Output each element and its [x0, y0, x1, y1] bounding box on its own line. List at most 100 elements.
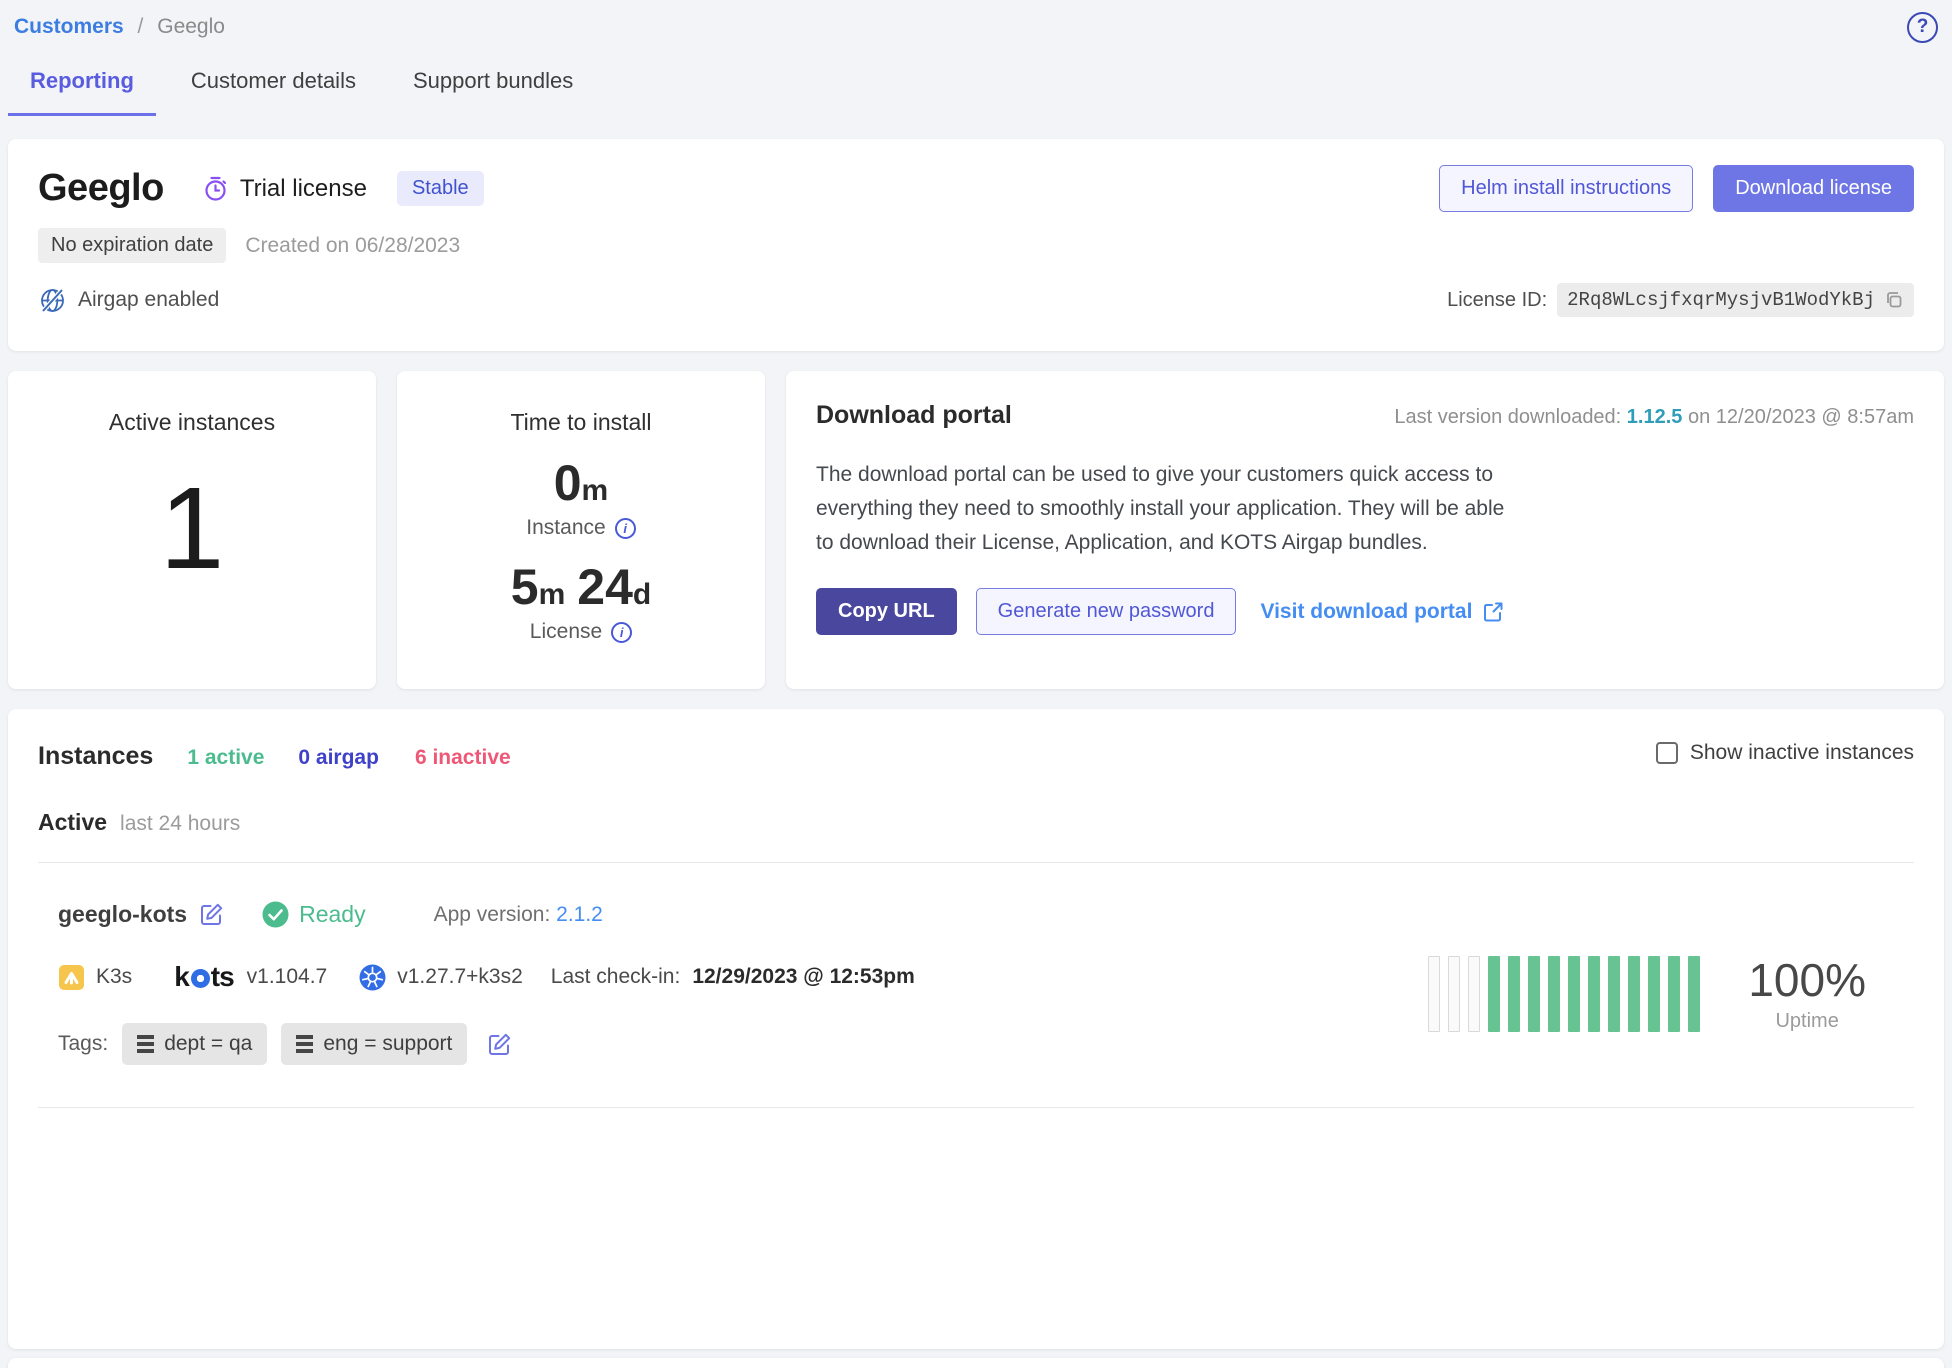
breadcrumb-customers-link[interactable]: Customers [14, 15, 124, 38]
copy-icon[interactable] [1884, 290, 1904, 310]
kubernetes-version-group: v1.27.7+k3s2 [359, 964, 523, 991]
kubernetes-icon [359, 964, 386, 991]
active-instances-value: 1 [160, 470, 225, 586]
app-version-label: App version: [434, 903, 557, 926]
breadcrumb: Customers / Geeglo [14, 15, 225, 39]
breadcrumb-current: Geeglo [157, 15, 225, 38]
tag-bars-icon [296, 1035, 313, 1053]
last-checkin-label: Last check-in: [551, 965, 681, 989]
customer-name: Geeglo [38, 167, 164, 210]
helm-install-instructions-button[interactable]: Helm install instructions [1439, 165, 1693, 212]
active-count[interactable]: 1 active [187, 746, 264, 770]
airgap-globe-icon [38, 286, 67, 315]
external-link-icon [1482, 601, 1504, 623]
kots-logo-o-icon [191, 969, 210, 988]
download-portal-title: Download portal [816, 401, 1012, 430]
inactive-count[interactable]: 6 inactive [415, 746, 511, 770]
last-checkin-value: 12/29/2023 @ 12:53pm [692, 965, 914, 989]
airgap-label: Airgap enabled [78, 288, 219, 312]
next-card-stub [8, 1358, 1944, 1368]
last-version-downloaded: Last version downloaded: 1.12.5 on 12/20… [1394, 406, 1914, 429]
airgap-count[interactable]: 0 airgap [298, 746, 379, 770]
tab-customer-details[interactable]: Customer details [169, 68, 378, 116]
tag-badge[interactable]: dept = qa [122, 1023, 267, 1065]
tti-license-unit-2: d [633, 578, 651, 611]
tab-bar: Reporting Customer details Support bundl… [8, 42, 1944, 116]
uptime-bar [1428, 956, 1440, 1032]
tti-license-value-1: 5 [511, 559, 539, 615]
time-to-install-title: Time to install [510, 409, 651, 436]
download-portal-description: The download portal can be used to give … [816, 458, 1526, 560]
active-instances-title: Active instances [109, 409, 275, 436]
last-version-prefix: Last version downloaded: [1394, 406, 1626, 428]
tab-support-bundles[interactable]: Support bundles [391, 68, 595, 116]
active-instances-card: Active instances 1 [8, 371, 376, 689]
tti-license-unit-1: m [539, 578, 566, 611]
uptime-bar [1548, 956, 1560, 1032]
show-inactive-toggle: Show inactive instances [1656, 741, 1914, 765]
tti-instance-group: 0m Instance i [526, 458, 635, 540]
uptime-bar [1608, 956, 1620, 1032]
instance-status: Ready [262, 901, 365, 928]
license-type-label: Trial license [240, 175, 367, 203]
license-id-value: 2Rq8WLcsjfxqrMysjvB1WodYkBj [1557, 283, 1914, 317]
tti-instance-value: 0 [554, 455, 582, 511]
uptime-block: 100% Uptime [1428, 923, 1866, 1065]
edit-instance-name-icon[interactable] [199, 902, 224, 927]
divider [38, 1107, 1914, 1108]
uptime-bar [1628, 956, 1640, 1032]
uptime-bar [1668, 956, 1680, 1032]
distribution-label: K3s [96, 965, 132, 989]
kots-version: v1.104.7 [247, 965, 328, 989]
active-section-sublabel: last 24 hours [120, 812, 240, 836]
kots-logo: kts [174, 961, 233, 993]
tti-license-group: 5m 24d License i [511, 562, 651, 644]
uptime-bar [1468, 956, 1480, 1032]
stopwatch-icon [202, 175, 229, 202]
tab-reporting[interactable]: Reporting [8, 68, 156, 116]
tti-license-label: License [530, 620, 602, 644]
uptime-bar [1448, 956, 1460, 1032]
license-id-text: 2Rq8WLcsjfxqrMysjvB1WodYkBj [1567, 289, 1875, 311]
ready-label: Ready [299, 901, 365, 928]
show-inactive-checkbox[interactable] [1656, 742, 1678, 764]
uptime-bar [1648, 956, 1660, 1032]
uptime-bar [1488, 956, 1500, 1032]
kots-logo-k: k [174, 961, 189, 993]
tti-license-value-2: 24 [577, 559, 633, 615]
tag-bars-icon [137, 1035, 154, 1053]
kots-logo-ts: ts [211, 961, 234, 993]
topbar: Customers / Geeglo ? [8, 0, 1944, 42]
last-version-number[interactable]: 1.12.5 [1627, 406, 1683, 428]
edit-tags-icon[interactable] [487, 1032, 512, 1057]
active-section-label: Active [38, 809, 107, 836]
app-version-link[interactable]: 2.1.2 [556, 903, 603, 926]
breadcrumb-separator: / [138, 15, 144, 38]
k3s-icon [58, 964, 85, 991]
uptime-bars [1428, 956, 1700, 1032]
download-license-button[interactable]: Download license [1713, 165, 1914, 212]
tag-label: dept = qa [164, 1032, 252, 1056]
visit-download-portal-link[interactable]: Visit download portal [1260, 600, 1504, 624]
channel-badge: Stable [397, 171, 484, 206]
copy-url-button[interactable]: Copy URL [816, 588, 957, 635]
uptime-bar [1508, 956, 1520, 1032]
last-version-suffix: on 12/20/2023 @ 8:57am [1682, 406, 1914, 428]
instances-title: Instances [38, 742, 153, 771]
tti-instance-label: Instance [526, 516, 605, 540]
generate-new-password-button[interactable]: Generate new password [976, 588, 1237, 635]
kubernetes-version: v1.27.7+k3s2 [397, 965, 523, 989]
help-icon[interactable]: ? [1907, 12, 1938, 43]
uptime-bar [1588, 956, 1600, 1032]
license-id-label: License ID: [1447, 289, 1547, 312]
instance-row: geeglo-kots [38, 863, 1914, 1065]
tti-instance-unit: m [582, 474, 609, 507]
info-icon[interactable]: i [615, 518, 636, 539]
download-portal-card: Download portal Last version downloaded:… [786, 371, 1944, 689]
license-type: Trial license [202, 175, 367, 203]
info-icon[interactable]: i [611, 622, 632, 643]
created-on-label: Created on 06/28/2023 [245, 234, 460, 258]
license-id-row: License ID: 2Rq8WLcsjfxqrMysjvB1WodYkBj [1447, 283, 1914, 317]
tag-badge[interactable]: eng = support [281, 1023, 467, 1065]
expiration-badge: No expiration date [38, 228, 226, 263]
